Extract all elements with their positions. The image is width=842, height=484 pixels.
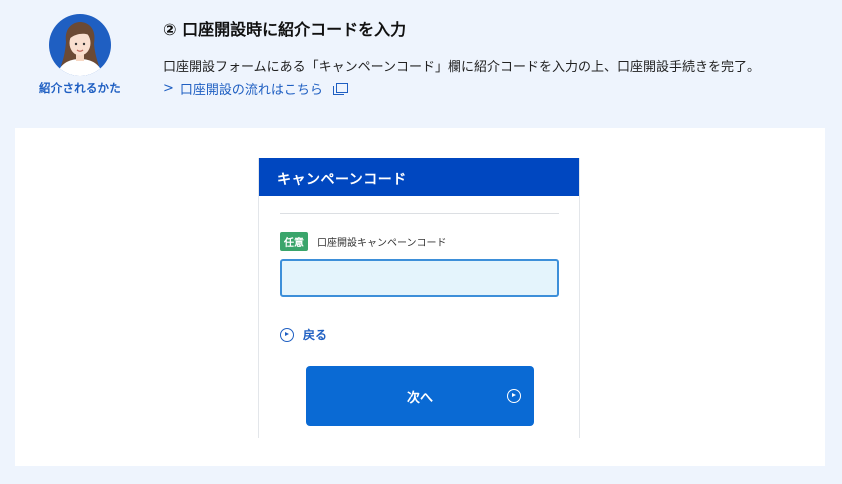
- account-flow-link-label: 口座開設の流れはこちら: [179, 83, 323, 98]
- form-header: キャンペーンコード: [259, 158, 579, 196]
- campaign-code-form: キャンペーンコード 任意 口座開設キャンペーンコード 戻る 次へ: [258, 158, 580, 438]
- persona-label: 紹介されるかた: [39, 81, 121, 95]
- step-description: 口座開設フォームにある「キャンペーンコード」欄に紹介コードを入力の上、口座開設手…: [163, 60, 760, 75]
- next-button-label: 次へ: [406, 390, 433, 406]
- field-label-row: 任意 口座開設キャンペーンコード: [280, 232, 447, 251]
- woman-avatar-icon: [49, 14, 111, 76]
- back-link[interactable]: 戻る: [280, 326, 327, 343]
- field-label: 口座開設キャンペーンコード: [317, 238, 447, 249]
- external-window-icon: [332, 83, 348, 95]
- screenshot-panel: キャンペーンコード 任意 口座開設キャンペーンコード 戻る 次へ: [15, 128, 825, 466]
- account-flow-link[interactable]: > 口座開設の流れはこちら: [163, 79, 348, 98]
- step-title: ② 口座開設時に紹介コードを入力: [163, 20, 407, 39]
- back-link-label: 戻る: [303, 328, 328, 342]
- campaign-code-input[interactable]: [280, 259, 559, 297]
- next-button[interactable]: 次へ: [306, 366, 534, 426]
- optional-badge: 任意: [280, 232, 308, 251]
- circle-arrow-icon: [280, 327, 294, 342]
- circle-arrow-icon: [507, 389, 521, 403]
- divider: [280, 213, 559, 214]
- chevron-right-icon: >: [163, 81, 174, 96]
- persona: 紹介されるかた: [30, 14, 130, 96]
